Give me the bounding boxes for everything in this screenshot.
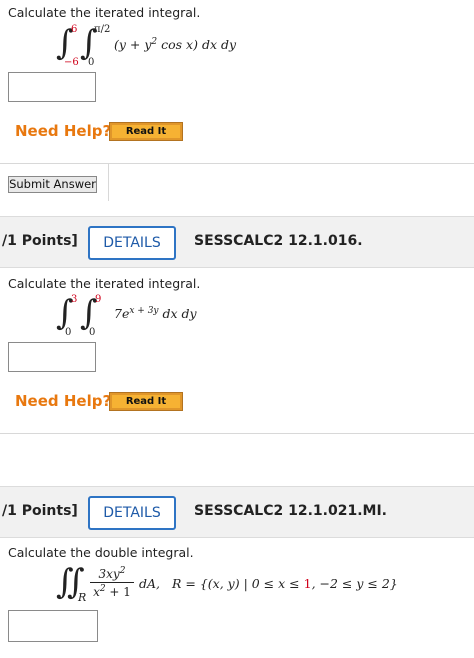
inner-upper-limit: π/2	[94, 24, 111, 35]
problem2-integral: ∫ 3 0 ∫ 9 0 7ex + 3y dx dy	[56, 294, 276, 340]
points-label: /1 Points]	[2, 233, 78, 249]
submit-answer-button[interactable]: Submit Answer	[8, 176, 97, 193]
problem1-answer-input[interactable]	[8, 72, 96, 102]
problem1-integral: ∫ 6 −6 ∫ π/2 0 (y + y2 cos x) dx dy	[56, 24, 316, 70]
region-definition: R = {(x, y) | 0 ≤ x ≤ 1, −2 ≤ y ≤ 2}	[172, 576, 398, 591]
fraction-numerator: 3xy2	[98, 566, 126, 581]
problem2-integrand: 7ex + 3y dx dy	[114, 306, 197, 322]
question-code: SESSCALC2 12.1.021.MI.	[194, 503, 387, 519]
outer-lower-limit: −6	[64, 57, 79, 68]
problem2-prompt: Calculate the iterated integral.	[8, 276, 201, 291]
outer-upper-limit: 3	[71, 294, 78, 305]
question-code: SESSCALC2 12.1.016.	[194, 233, 363, 249]
divider	[0, 433, 474, 434]
details-button[interactable]: DETAILS	[88, 496, 176, 530]
read-it-button[interactable]: Read It	[109, 392, 183, 411]
need-help-label: Need Help?	[15, 392, 112, 410]
outer-lower-limit: 0	[65, 327, 72, 338]
problem3-prompt: Calculate the double integral.	[8, 545, 194, 560]
differential: dA,	[139, 576, 161, 591]
submit-area-divider	[108, 163, 109, 201]
problem1-integrand: (y + y2 cos x) dx dy	[114, 37, 237, 53]
inner-lower-limit: 0	[89, 327, 96, 338]
fraction-denominator: x2 + 1	[93, 584, 131, 599]
inner-lower-limit: 0	[88, 57, 95, 68]
need-help-label: Need Help?	[15, 122, 112, 140]
divider	[0, 163, 474, 164]
problem3-answer-input[interactable]	[8, 610, 98, 642]
read-it-button[interactable]: Read It	[109, 122, 183, 141]
problem1-prompt: Calculate the iterated integral.	[8, 5, 201, 20]
points-label: /1 Points]	[2, 503, 78, 519]
fraction: 3xy2 x2 + 1	[90, 566, 134, 599]
question-header: /1 Points] DETAILS SESSCALC2 12.1.021.MI…	[0, 486, 474, 538]
region-subscript: R	[78, 591, 87, 604]
inner-upper-limit: 9	[95, 294, 102, 305]
problem2-answer-input[interactable]	[8, 342, 96, 372]
outer-upper-limit: 6	[71, 24, 78, 35]
problem3-integral: ∫ ∫ R 3xy2 x2 + 1 dA, R = {(x, y) | 0 ≤ …	[56, 563, 466, 609]
details-button[interactable]: DETAILS	[88, 226, 176, 260]
question-header: /1 Points] DETAILS SESSCALC2 12.1.016.	[0, 216, 474, 268]
fraction-bar	[90, 582, 134, 583]
